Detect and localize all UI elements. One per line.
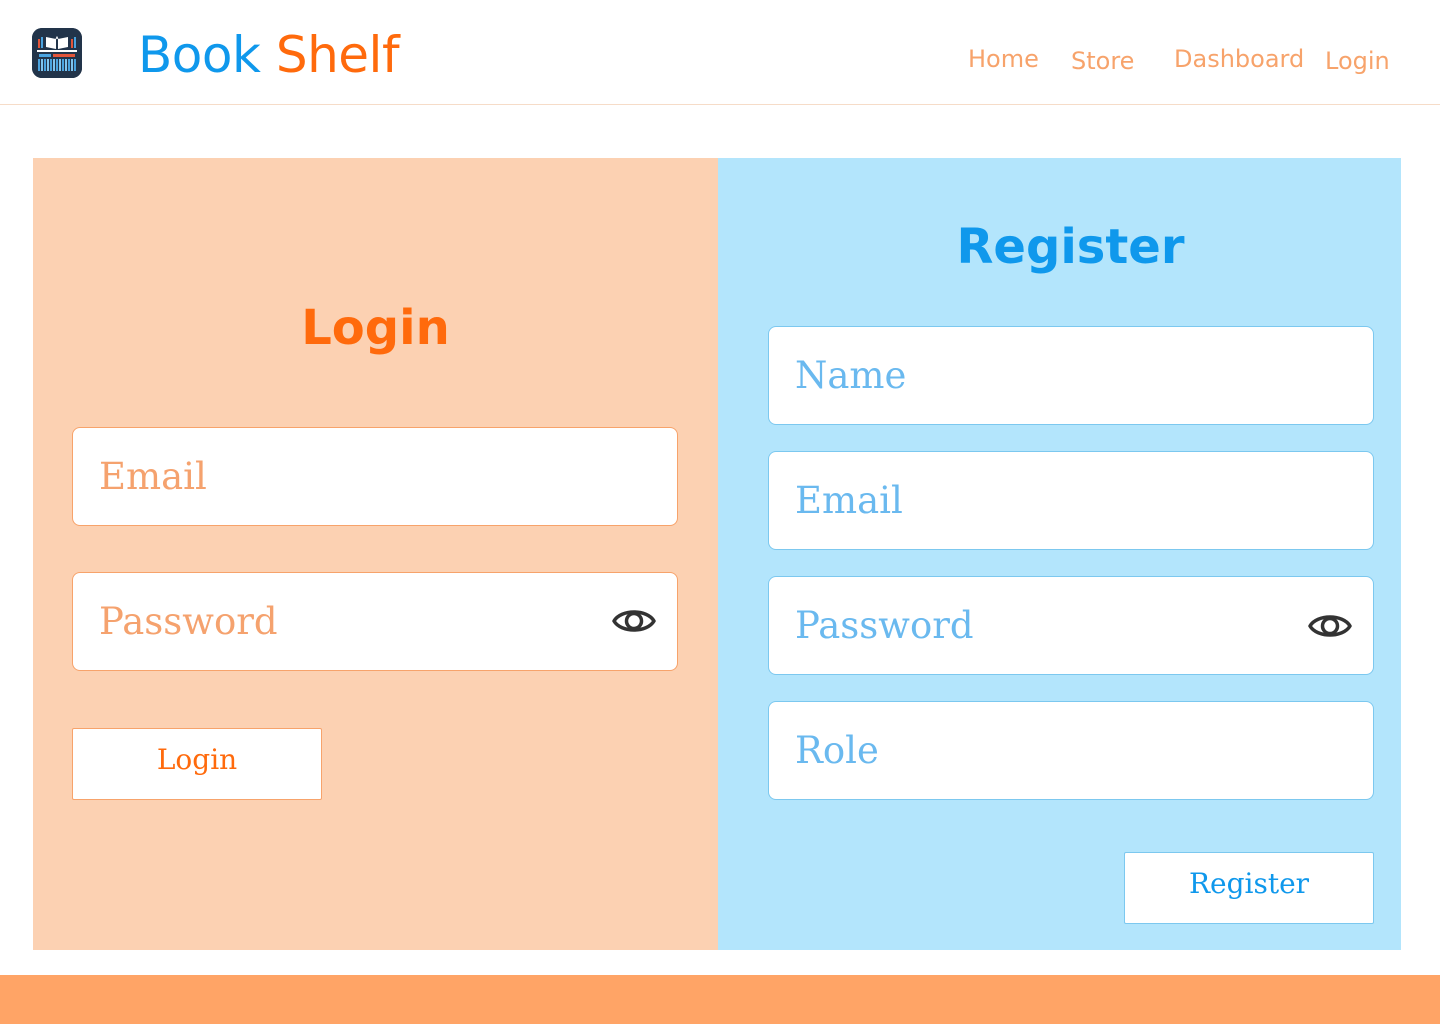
login-button[interactable]: Login [72,728,322,800]
login-email-field[interactable] [72,427,678,526]
register-name-input[interactable] [769,327,1373,424]
bookshelf-logo-icon[interactable] [32,28,82,78]
eye-icon[interactable] [611,604,657,638]
nav-store-link[interactable]: Store [1071,46,1134,76]
register-title: Register [956,219,1185,275]
nav-dashboard-link[interactable]: Dashboard [1174,44,1304,74]
login-title: Login [301,300,450,356]
register-name-field[interactable] [768,326,1374,425]
register-email-field[interactable] [768,451,1374,550]
nav-home-link[interactable]: Home [968,44,1039,74]
eye-icon[interactable] [1307,609,1353,643]
register-email-input[interactable] [769,452,1373,549]
login-email-input[interactable] [73,428,677,525]
register-button[interactable]: Register [1124,852,1374,924]
brand-title-part2: Shelf [275,26,400,84]
register-password-input[interactable] [769,577,1373,674]
login-password-input[interactable] [73,573,677,670]
nav-login-link[interactable]: Login [1325,46,1390,76]
brand-title[interactable]: Book Shelf [138,24,400,86]
footer-bar [0,975,1440,1024]
header: Book Shelf Home Store Dashboard Login [0,0,1440,105]
register-role-field[interactable] [768,701,1374,800]
register-role-input[interactable] [769,702,1373,799]
register-password-field[interactable] [768,576,1374,675]
brand-title-part1: Book [138,26,261,84]
login-panel [33,158,718,950]
login-password-field[interactable] [72,572,678,671]
